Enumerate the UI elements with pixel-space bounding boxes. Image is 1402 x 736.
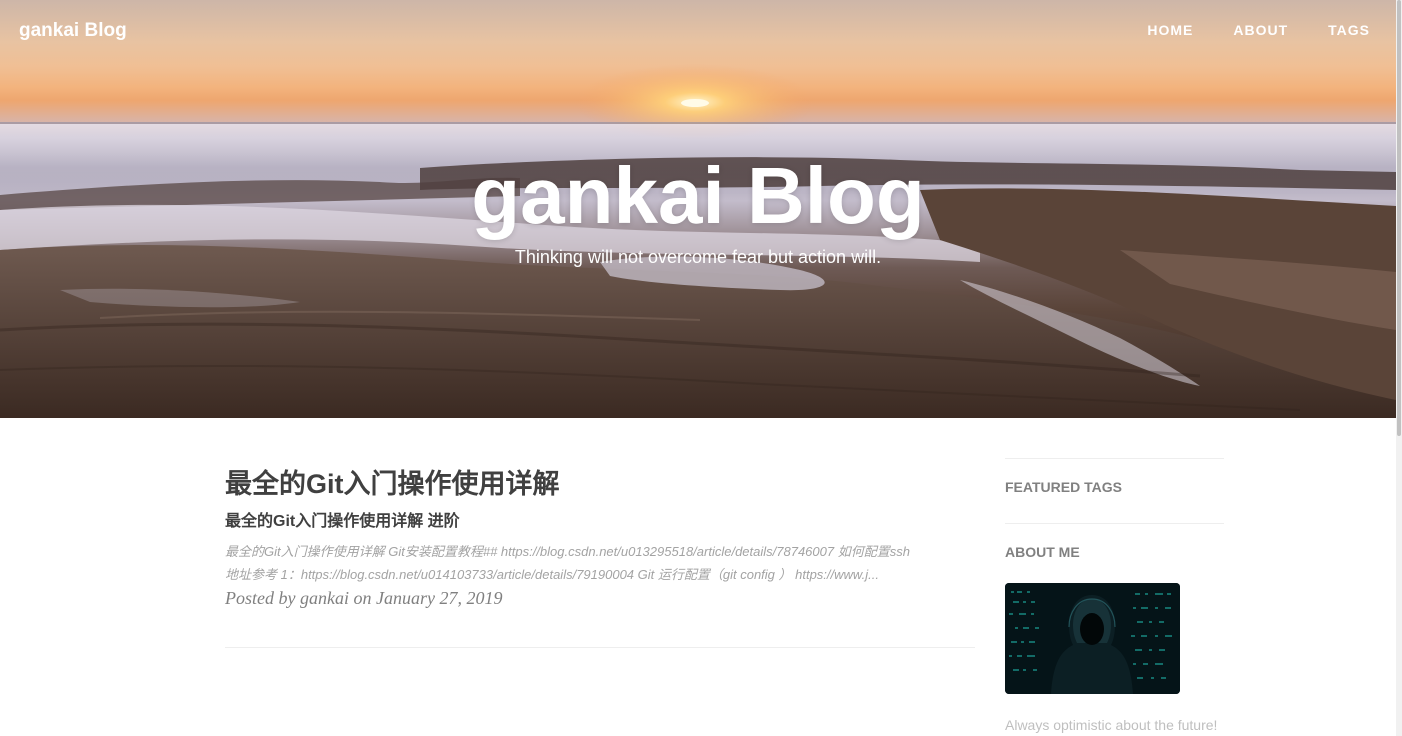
nav-link-about[interactable]: ABOUT <box>1233 22 1288 38</box>
sidebar-divider <box>1005 523 1224 524</box>
nav-link-home[interactable]: HOME <box>1147 22 1193 38</box>
post-excerpt-line: 地址参考 1：https://blog.csdn.net/u014103733/… <box>225 567 879 582</box>
hero-header: gankai Blog Thinking will not overcome f… <box>0 0 1396 418</box>
nav-link-tags[interactable]: TAGS <box>1328 22 1370 38</box>
post-meta: Posted by gankai on January 27, 2019 <box>225 588 503 608</box>
main-nav: HOME ABOUT TAGS <box>1107 22 1370 38</box>
featured-tags-title: FEATURED TAGS <box>1005 479 1122 495</box>
post-subtitle[interactable]: 最全的Git入门操作使用详解 进阶 <box>225 511 975 533</box>
hero-subtitle: Thinking will not overcome fear but acti… <box>514 247 882 267</box>
post-divider <box>225 647 975 648</box>
page-scrollbar[interactable] <box>1396 0 1402 736</box>
post-excerpt[interactable]: 最全的Git入门操作使用详解 Git安装配置教程## https://blog.… <box>225 540 975 586</box>
avatar <box>1005 583 1180 694</box>
post-preview[interactable]: 最全的Git入门操作使用详解 最全的Git入门操作使用详解 进阶 最全的Git入… <box>225 466 975 609</box>
hooded-figure-icon <box>1005 583 1180 694</box>
hero-title: gankai Blog <box>471 151 925 240</box>
post-excerpt-line: 最全的Git入门操作使用详解 Git安装配置教程## https://blog.… <box>225 544 910 559</box>
about-me-title: ABOUT ME <box>1005 544 1080 560</box>
scrollbar-thumb[interactable] <box>1397 0 1401 436</box>
brand-link[interactable]: gankai Blog <box>19 20 127 42</box>
about-me-text: Always optimistic about the future! <box>1005 717 1218 733</box>
post-title[interactable]: 最全的Git入门操作使用详解 <box>225 466 975 502</box>
sidebar-divider <box>1005 458 1224 459</box>
